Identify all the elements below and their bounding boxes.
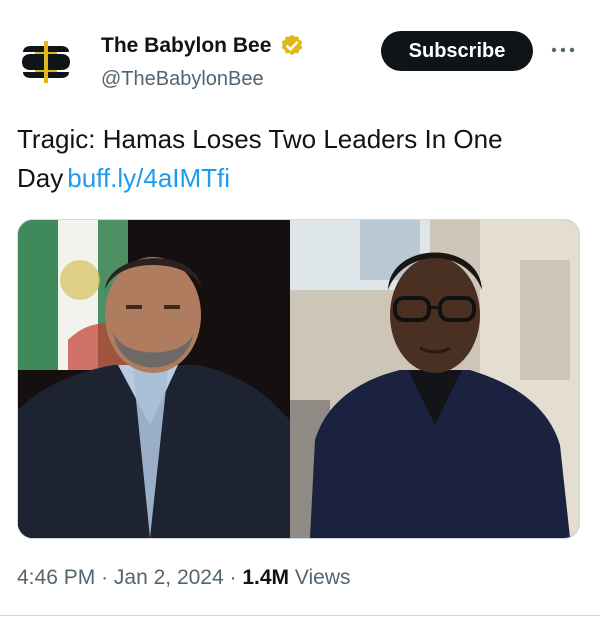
post-header: The Babylon Bee @TheBabylonBee Subscribe <box>0 0 600 110</box>
post-timestamp: 4:46 PM · Jan 2, 2024 · 1.4M Views <box>17 566 351 590</box>
subscribe-button[interactable]: Subscribe <box>381 31 533 71</box>
man-in-dark-suit-photo[interactable] <box>18 220 290 538</box>
more-horizontal-icon[interactable] <box>548 40 578 60</box>
name-row: The Babylon Bee <box>101 33 305 59</box>
post-date[interactable]: Jan 2, 2024 <box>114 566 224 589</box>
post-text: Tragic: Hamas Loses Two Leaders In One D… <box>17 120 577 198</box>
gold-check-icon <box>282 34 303 56</box>
display-name[interactable]: The Babylon Bee <box>101 34 271 58</box>
post-link[interactable]: buff.ly/4aIMTfi <box>67 163 230 193</box>
avatar[interactable] <box>14 30 78 94</box>
woman-in-navy-blazer-photo[interactable] <box>290 220 579 538</box>
post-time[interactable]: 4:46 PM <box>17 566 95 589</box>
divider <box>0 615 600 616</box>
views-label: Views <box>294 566 351 589</box>
account-handle[interactable]: @TheBabylonBee <box>101 68 264 91</box>
bee-logo-icon <box>22 41 70 83</box>
media-grid[interactable] <box>17 219 580 539</box>
separator: · <box>101 566 109 589</box>
views-count: 1.4M <box>242 566 290 589</box>
separator: · <box>229 566 237 589</box>
